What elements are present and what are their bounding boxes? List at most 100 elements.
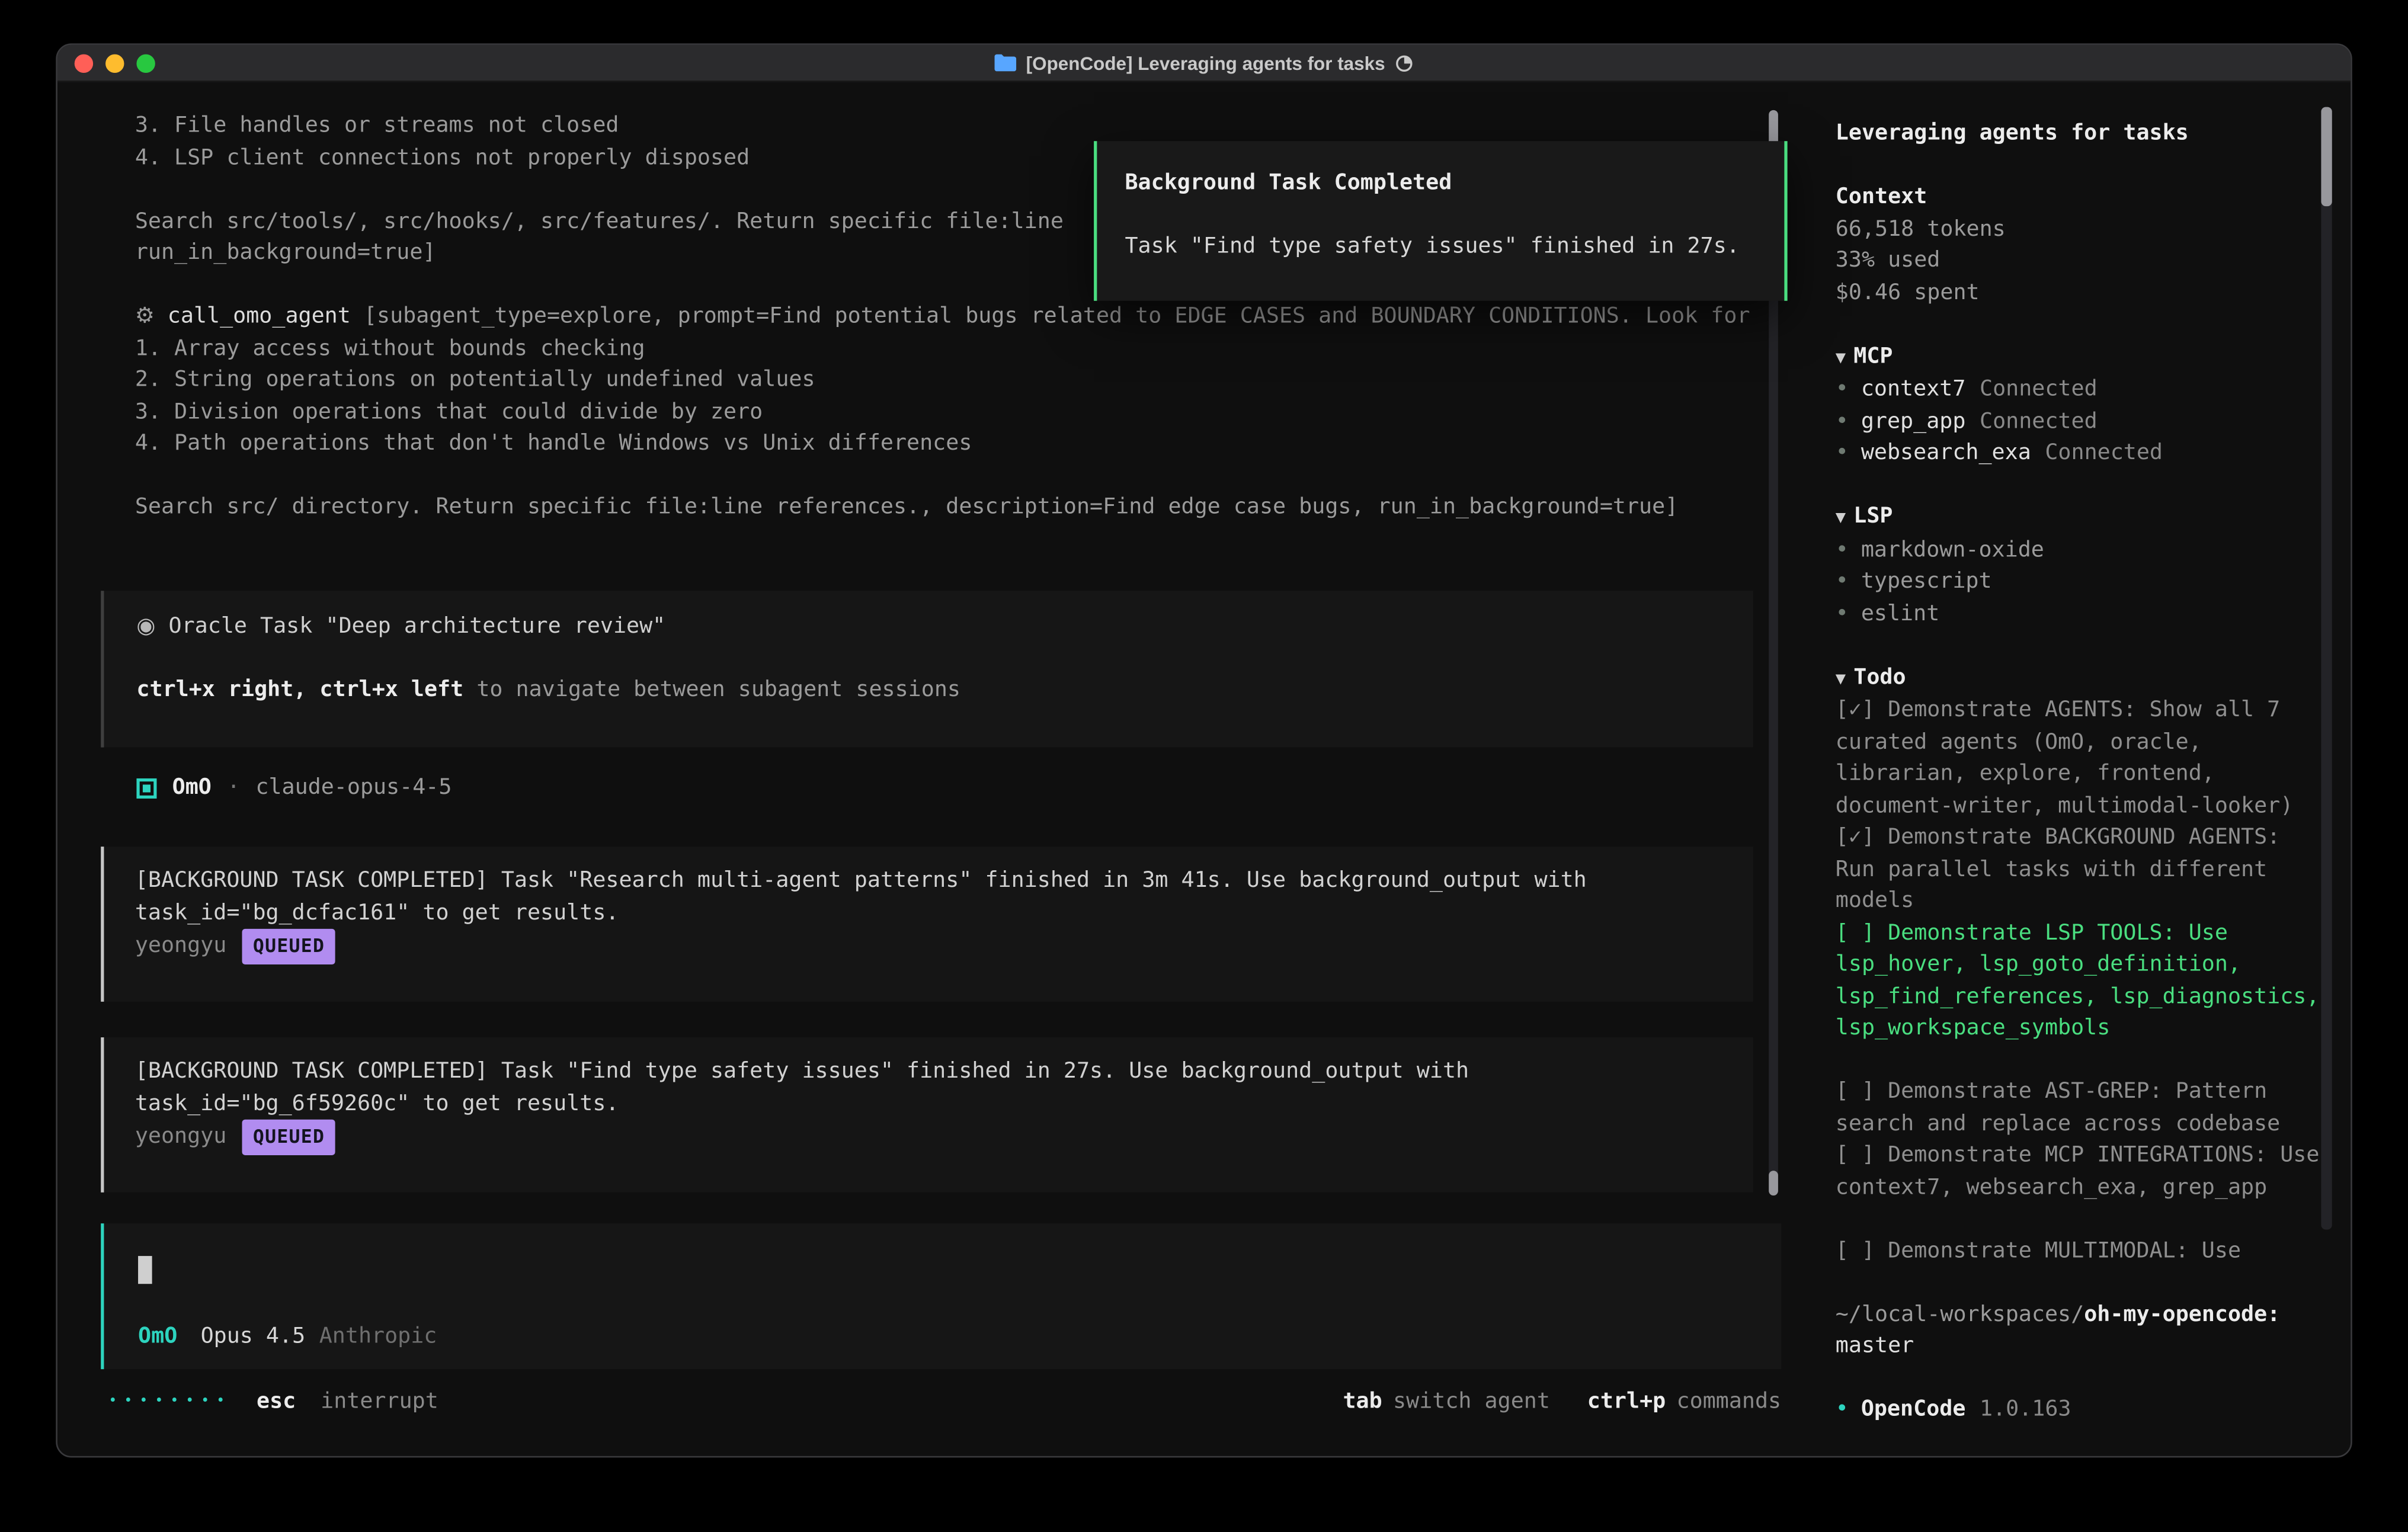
lsp-name: typescript xyxy=(1861,569,1992,594)
mcp-status: Connected xyxy=(1980,409,2098,434)
tool-call-args: [subagent_type=explore, prompt=Find pote… xyxy=(364,304,1750,329)
terminal-window: [OpenCode] Leveraging agents for tasks 3… xyxy=(56,43,2352,1457)
terminal-line: 3. File handles or streams not closed xyxy=(135,110,1765,142)
lsp-heading: LSP xyxy=(1853,504,1893,529)
spacer xyxy=(1836,1362,2321,1394)
todo-item: [ ] Demonstrate LSP TOOLS: Use lsp_hover… xyxy=(1836,917,2321,1044)
todo-item: [ ] Demonstrate AST-GREP: Pattern search… xyxy=(1836,1076,2321,1139)
todo-item: [ ] Demonstrate MULTIMODAL: Use xyxy=(1836,1235,2321,1267)
minimize-button[interactable] xyxy=(105,55,124,73)
fisheye-icon: ◉ xyxy=(136,614,155,639)
bullet-icon: • xyxy=(1836,409,1849,434)
mcp-status: Connected xyxy=(1980,377,2098,402)
spacer xyxy=(1836,630,2321,662)
status-bar: •••••••• esc interrupt tab switch agent … xyxy=(108,1389,1781,1414)
todo-item: [✓] Demonstrate AGENTS: Show all 7 curat… xyxy=(1836,695,2321,822)
bullet-icon: • xyxy=(1836,537,1849,562)
lsp-name: eslint xyxy=(1861,601,1939,626)
queued-badge: QUEUED xyxy=(242,1120,336,1155)
window-titlebar[interactable]: [OpenCode] Leveraging agents for tasks xyxy=(57,45,2351,82)
app-name: OpenCode xyxy=(1861,1397,1966,1422)
bullet-icon: • xyxy=(1836,1397,1849,1422)
spacer xyxy=(1836,469,2321,501)
traffic-lights xyxy=(75,55,155,73)
terminal-line: 2. String operations on potentially unde… xyxy=(135,364,1765,396)
message-block: [BACKGROUND TASK COMPLETED] Task "Resear… xyxy=(101,847,1753,1002)
terminal-line: 3. Division operations that could divide… xyxy=(135,396,1765,428)
esc-key-label: interrupt xyxy=(321,1389,438,1414)
prompt-input[interactable]: OmO Opus 4.5 Anthropic xyxy=(101,1223,1781,1369)
folder-icon xyxy=(995,55,1017,72)
window-title-text: [OpenCode] Leveraging agents for tasks xyxy=(1026,52,1385,74)
screen: [OpenCode] Leveraging agents for tasks 3… xyxy=(0,0,2408,1532)
sidebar-scrollbar[interactable] xyxy=(2321,107,2332,1230)
app-version: 1.0.163 xyxy=(1980,1397,2071,1422)
workspace-branch: master xyxy=(1836,1334,1914,1358)
chevron-down-icon: ▼ xyxy=(1836,347,1846,367)
window-title: [OpenCode] Leveraging agents for tasks xyxy=(995,52,1413,74)
session-title: Leveraging agents for tasks xyxy=(1836,118,2321,150)
mcp-item: • context7 Connected xyxy=(1836,374,2321,406)
tool-call-line: ⚙ call_omo_agent [subagent_type=explore,… xyxy=(135,301,1765,333)
mcp-section-header[interactable]: ▼ MCP xyxy=(1836,341,2321,374)
spacer xyxy=(1836,309,2321,341)
oracle-nav-hint: ctrl+x right, ctrl+x left to navigate be… xyxy=(136,675,1753,707)
todo-section-header[interactable]: ▼Todo xyxy=(1836,661,2321,694)
spacer xyxy=(1836,150,2321,182)
bullet-icon: • xyxy=(1836,377,1849,402)
oracle-task-panel[interactable]: ◉ Oracle Task "Deep architecture review"… xyxy=(101,591,1753,747)
terminal-content: 3. File handles or streams not closed4. … xyxy=(57,82,2351,1456)
ctrlp-key-hint: ctrl+p xyxy=(1587,1389,1666,1414)
mcp-name: grep_app xyxy=(1861,409,1966,434)
todo-heading: Todo xyxy=(1853,665,1906,690)
lsp-section-header[interactable]: ▼LSP xyxy=(1836,501,2321,534)
status-left: •••••••• esc interrupt xyxy=(108,1389,438,1414)
agent-header: OmO · claude-opus-4-5 xyxy=(136,775,451,800)
tab-key-label: switch agent xyxy=(1393,1389,1550,1414)
zoom-button[interactable] xyxy=(136,55,155,73)
oracle-task-title-line: ◉ Oracle Task "Deep architecture review" xyxy=(136,611,1753,643)
esc-key-hint: esc xyxy=(257,1389,296,1414)
input-model-row: OmO Opus 4.5 Anthropic xyxy=(138,1324,437,1349)
status-right: tab switch agent ctrl+p commands xyxy=(1343,1389,1781,1414)
workspace-path: ~/local-workspaces/oh-my-opencode: maste… xyxy=(1836,1299,2321,1362)
spacer xyxy=(1836,1267,2321,1299)
workspace-path-prefix: ~/local-workspaces/ xyxy=(1836,1302,2084,1326)
bullet-icon: • xyxy=(1836,569,1849,594)
agent-separator: · xyxy=(227,775,240,800)
mcp-item: • grep_app Connected xyxy=(1836,405,2321,437)
version-line: • OpenCode 1.0.163 xyxy=(1836,1394,2321,1426)
input-agent-name[interactable]: OmO xyxy=(138,1324,177,1349)
main-scrollbar-thumb-bottom[interactable] xyxy=(1769,1171,1778,1196)
ctrlp-key-label: commands xyxy=(1677,1389,1782,1414)
agent-name: OmO xyxy=(172,775,212,800)
lsp-name: markdown-oxide xyxy=(1861,537,2044,562)
close-button[interactable] xyxy=(75,55,93,73)
message-author: yeongyu xyxy=(135,1121,227,1153)
message-block: [BACKGROUND TASK COMPLETED] Task "Find t… xyxy=(101,1037,1753,1193)
lsp-item: •eslint xyxy=(1836,598,2321,630)
sidebar: Leveraging agents for tasks Context 66,5… xyxy=(1836,118,2321,1426)
toast-body: Task "Find type safety issues" finished … xyxy=(1125,231,1775,263)
lsp-item: • typescript xyxy=(1836,566,2321,598)
tool-call-name: call_omo_agent xyxy=(168,304,351,329)
message-text: [BACKGROUND TASK COMPLETED] Task "Find t… xyxy=(135,1056,1722,1119)
input-model-name[interactable]: Opus 4.5 xyxy=(201,1324,306,1349)
message-text: [BACKGROUND TASK COMPLETED] Task "Resear… xyxy=(135,866,1722,929)
oracle-nav-keys: ctrl+x right, ctrl+x left xyxy=(136,678,463,703)
output-lines-tool: 1. Array access without bounds checking2… xyxy=(135,332,1765,523)
oracle-task-title: Oracle Task "Deep architecture review" xyxy=(169,614,666,639)
toast-title: Background Task Completed xyxy=(1125,168,1775,200)
mcp-heading: MCP xyxy=(1853,344,1893,368)
bullet-icon: • xyxy=(1836,440,1849,465)
terminal-line xyxy=(135,460,1765,492)
mcp-name: context7 xyxy=(1861,377,1966,402)
message-author: yeongyu xyxy=(135,930,227,962)
message-meta: yeongyu QUEUED xyxy=(135,1120,1722,1155)
sidebar-scrollbar-thumb[interactable] xyxy=(2321,107,2332,207)
todo-item: [✓] Demonstrate BACKGROUND AGENTS: Run p… xyxy=(1836,822,2321,917)
todo-item: [ ] Demonstrate MCP INTEGRATIONS: Use co… xyxy=(1836,1140,2321,1203)
context-heading: Context xyxy=(1836,181,2321,213)
mcp-item: •websearch_exaConnected xyxy=(1836,437,2321,469)
background-task-toast: Background Task Completed Task "Find typ… xyxy=(1094,141,1788,301)
